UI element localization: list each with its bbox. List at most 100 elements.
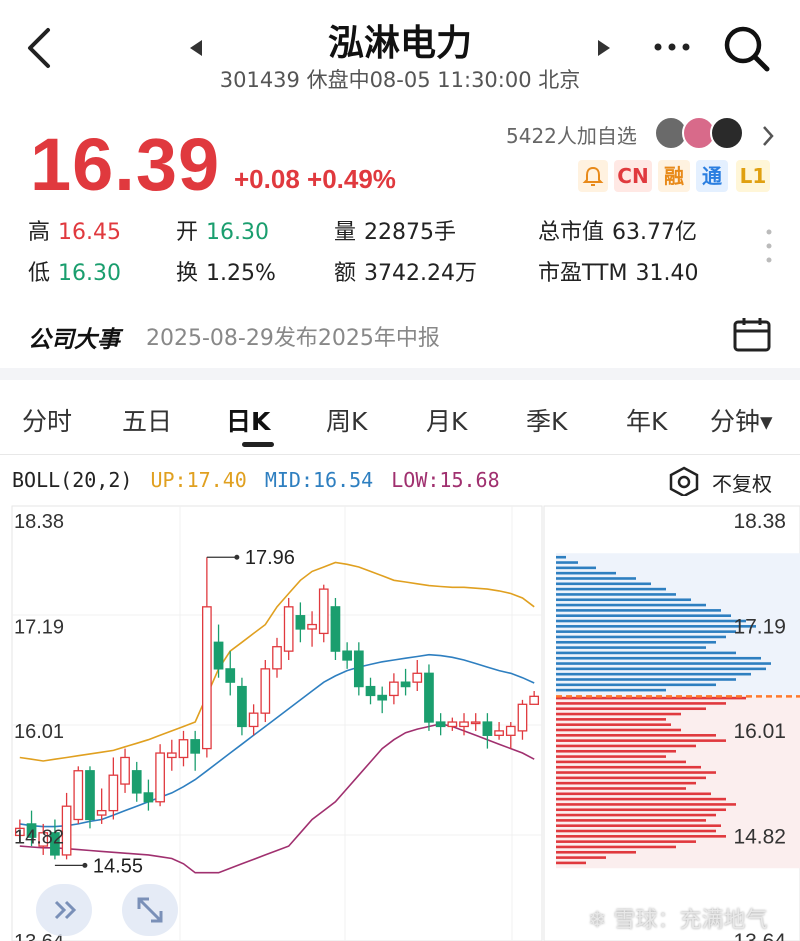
profile-bar bbox=[556, 555, 566, 559]
stat-value: 22875手 bbox=[364, 220, 457, 245]
candle-body bbox=[248, 712, 259, 728]
profile-bar bbox=[556, 707, 706, 711]
tab-five-day[interactable]: 五日 bbox=[122, 402, 172, 438]
stat-open: 开 16.30 bbox=[176, 214, 269, 246]
calendar-icon[interactable] bbox=[732, 316, 772, 354]
candle bbox=[318, 584, 329, 643]
boll-mid-line bbox=[19, 653, 535, 828]
min-dot bbox=[82, 862, 88, 868]
y-tick-left: 16.01 bbox=[14, 721, 64, 743]
candle-body bbox=[389, 681, 399, 697]
tab-daily-k[interactable]: 日K bbox=[226, 402, 270, 438]
profile-bar bbox=[556, 662, 771, 665]
y-tick-left: 18.38 bbox=[14, 511, 64, 533]
candle bbox=[260, 660, 271, 723]
candle bbox=[73, 766, 84, 824]
stat-value: 3742.24万 bbox=[364, 261, 477, 286]
profile-bar bbox=[556, 630, 736, 633]
stats-more-icon[interactable] bbox=[764, 226, 774, 266]
candle-body bbox=[178, 739, 189, 759]
candle bbox=[213, 624, 224, 678]
candle bbox=[424, 664, 434, 731]
followers-count[interactable]: 5422人加自选 bbox=[506, 120, 637, 149]
candle bbox=[505, 722, 516, 749]
tab-weekly-k[interactable]: 周K bbox=[326, 402, 367, 438]
candle-body bbox=[447, 721, 458, 728]
profile-bar bbox=[556, 797, 726, 801]
candle bbox=[178, 730, 189, 767]
section-divider bbox=[0, 368, 800, 380]
more-icon[interactable] bbox=[652, 40, 692, 54]
candle-body bbox=[225, 668, 236, 683]
profile-bar bbox=[556, 587, 666, 591]
next-stock-icon[interactable] bbox=[594, 38, 612, 58]
candle-body bbox=[283, 606, 294, 652]
profile-bar bbox=[556, 640, 716, 644]
profile-bar bbox=[556, 598, 691, 602]
profile-bar bbox=[556, 667, 766, 671]
profile-bar bbox=[556, 845, 676, 849]
candle-body bbox=[353, 650, 364, 688]
candle bbox=[447, 717, 458, 731]
profile-bar bbox=[556, 582, 651, 586]
tab-yearly-k[interactable]: 年K bbox=[626, 402, 667, 438]
follower-avatars[interactable] bbox=[654, 116, 750, 152]
profile-bar bbox=[556, 829, 716, 833]
profile-bar bbox=[556, 835, 726, 838]
profile-bar bbox=[556, 603, 706, 607]
max-dot bbox=[234, 554, 240, 560]
candle bbox=[283, 597, 294, 660]
y-tick-left: 14.82 bbox=[14, 826, 64, 848]
chevron-right-icon[interactable] bbox=[760, 124, 776, 148]
candle bbox=[389, 673, 399, 705]
kline-chart[interactable]: 18.38 18.38 17.19 17.19 16.01 16.01 14.82 14.82… bbox=[0, 500, 800, 941]
boll-name: BOLL(20,2) bbox=[12, 468, 133, 492]
stat-label: 低 bbox=[28, 261, 51, 286]
candle-body bbox=[318, 588, 329, 635]
profile-bar bbox=[556, 566, 596, 570]
candle-body bbox=[143, 792, 154, 803]
candle-body bbox=[295, 615, 306, 630]
tab-minute[interactable]: 分钟▾ bbox=[710, 402, 773, 438]
candle bbox=[365, 677, 376, 705]
candle-body bbox=[120, 756, 130, 785]
candle-body bbox=[272, 646, 282, 670]
tab-intraday[interactable]: 分时 bbox=[22, 402, 72, 438]
candle-body bbox=[377, 694, 388, 701]
profile-bar bbox=[556, 718, 666, 721]
candle-body bbox=[131, 770, 142, 794]
boll-low: LOW:15.68 bbox=[391, 468, 500, 492]
expand-icon bbox=[137, 897, 163, 923]
profile-bar bbox=[556, 688, 666, 692]
watermark-text: 雪球：充满地气 bbox=[613, 908, 768, 933]
candle bbox=[412, 660, 423, 692]
stat-value: 16.45 bbox=[58, 220, 121, 245]
boll-legend[interactable]: BOLL(20,2) UP:17.40 MID:16.54 LOW:15.68 bbox=[12, 468, 500, 492]
double-chevron-icon bbox=[54, 900, 77, 920]
candle-body bbox=[202, 606, 212, 750]
tab-quarterly-k[interactable]: 季K bbox=[526, 402, 567, 438]
candle bbox=[272, 637, 282, 678]
candles bbox=[14, 557, 540, 860]
profile-bar bbox=[556, 672, 751, 676]
candle bbox=[190, 730, 201, 771]
candle bbox=[470, 713, 481, 731]
candle bbox=[307, 611, 317, 647]
candle-body bbox=[166, 752, 177, 759]
company-events-row[interactable]: 公司大事 2025-08-29发布2025年中报 bbox=[0, 302, 800, 368]
y-tick-right: 18.38 bbox=[733, 510, 786, 533]
tab-monthly-k[interactable]: 月K bbox=[426, 402, 467, 438]
candle bbox=[435, 713, 446, 736]
profile-bar bbox=[556, 712, 681, 716]
candle bbox=[120, 748, 130, 793]
profile-bar bbox=[556, 739, 726, 742]
alert-bell-icon[interactable] bbox=[578, 160, 608, 192]
badge-l1: L1 bbox=[736, 160, 770, 192]
candle-body bbox=[330, 606, 341, 652]
profile-bar bbox=[556, 656, 761, 660]
profile-bar bbox=[556, 625, 756, 628]
stat-label: 总市值 bbox=[538, 220, 605, 245]
stat-market-cap: 总市值 63.77亿 bbox=[538, 214, 697, 246]
fullscreen-button[interactable] bbox=[122, 884, 178, 936]
collapse-button[interactable] bbox=[36, 884, 92, 936]
